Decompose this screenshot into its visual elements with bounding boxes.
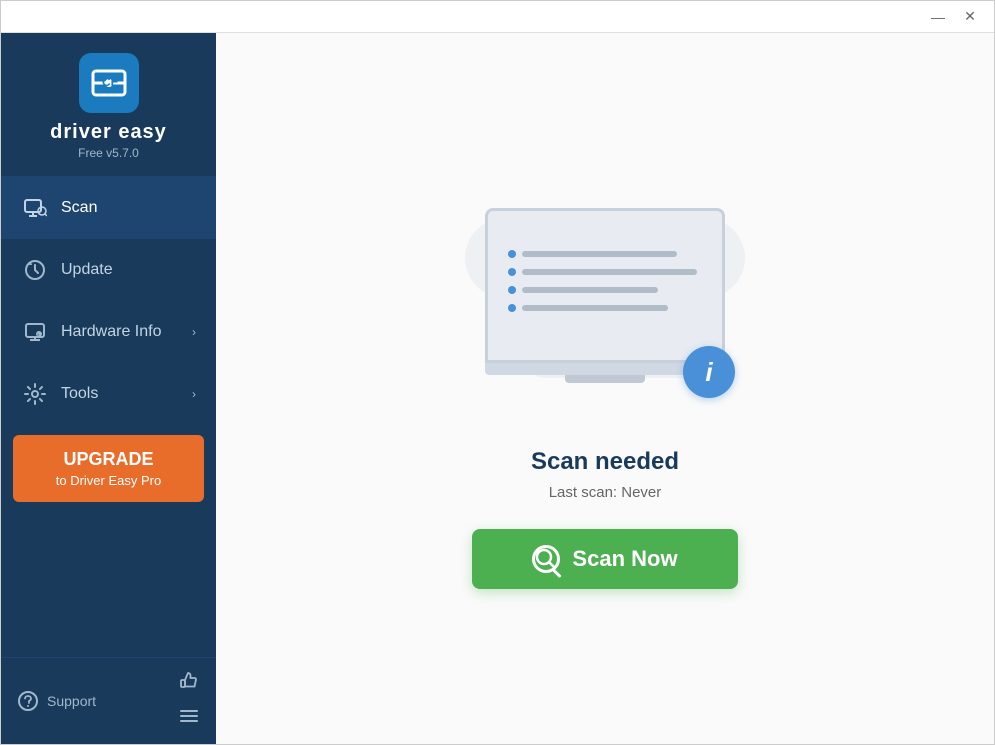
laptop-stand [565,375,645,383]
sidebar-item-scan[interactable]: Scan [1,177,216,239]
svg-text:i: i [37,332,38,337]
magnifier-icon [535,548,557,570]
laptop-line-4 [508,304,702,312]
minimize-button[interactable]: — [922,1,954,33]
support-link[interactable]: Support [17,690,96,712]
sidebar-item-hardware-info[interactable]: i Hardware Info › [1,301,216,363]
app-window: — ✕ CE driver easy Free v5.7.0 [0,0,995,745]
hardware-info-arrow: › [192,325,196,339]
svg-text:CE: CE [102,75,119,89]
status-subtitle: Last scan: Never [549,484,662,501]
app-logo-icon: CE [79,53,139,113]
laptop-bar-4 [522,305,668,311]
laptop-bar-2 [522,269,697,275]
info-badge: i [683,346,735,398]
titlebar: — ✕ [1,1,994,33]
tools-arrow: › [192,387,196,401]
laptop-line-1 [508,250,702,258]
scan-illustration: i [445,188,765,428]
laptop-dot-3 [508,286,516,294]
sidebar-item-update[interactable]: Update [1,239,216,301]
laptop-dot-4 [508,304,516,312]
thumbs-up-icon[interactable] [178,670,200,697]
sidebar: CE driver easy Free v5.7.0 Sc [1,33,216,744]
logo-svg: CE [89,63,129,103]
scan-icon [21,194,49,222]
upgrade-sub-text: to Driver Easy Pro [23,472,194,490]
sidebar-bottom: Support [1,657,216,744]
support-icon [17,690,39,712]
scan-now-icon [532,545,560,573]
sidebar-item-tools[interactable]: Tools › [1,363,216,425]
support-label: Support [47,693,96,709]
sidebar-logo: CE driver easy Free v5.7.0 [1,33,216,177]
upgrade-button[interactable]: UPGRADE to Driver Easy Pro [13,435,204,502]
laptop-dot-2 [508,268,516,276]
laptop-line-2 [508,268,702,276]
tools-icon [21,380,49,408]
laptop-line-3 [508,286,702,294]
laptop-content [488,234,722,338]
tools-label: Tools [61,385,192,403]
scan-now-button[interactable]: Scan Now [472,529,737,589]
laptop-dot-1 [508,250,516,258]
scan-label: Scan [61,199,196,217]
close-button[interactable]: ✕ [954,1,986,33]
hardware-info-icon: i [21,318,49,346]
menu-icon[interactable] [178,705,200,732]
laptop-bar-1 [522,251,677,257]
status-title: Scan needed [531,448,679,476]
update-label: Update [61,261,196,279]
update-icon [21,256,49,284]
hardware-info-label: Hardware Info [61,323,192,341]
app-version: Free v5.7.0 [78,146,139,160]
app-name: driver easy [50,121,167,144]
main-content: i Scan needed Last scan: Never Scan Now [216,33,994,744]
scan-now-label: Scan Now [572,546,677,572]
laptop-bar-3 [522,287,658,293]
laptop-screen [485,208,725,363]
main-layout: CE driver easy Free v5.7.0 Sc [1,33,994,744]
upgrade-main-text: UPGRADE [23,447,194,472]
